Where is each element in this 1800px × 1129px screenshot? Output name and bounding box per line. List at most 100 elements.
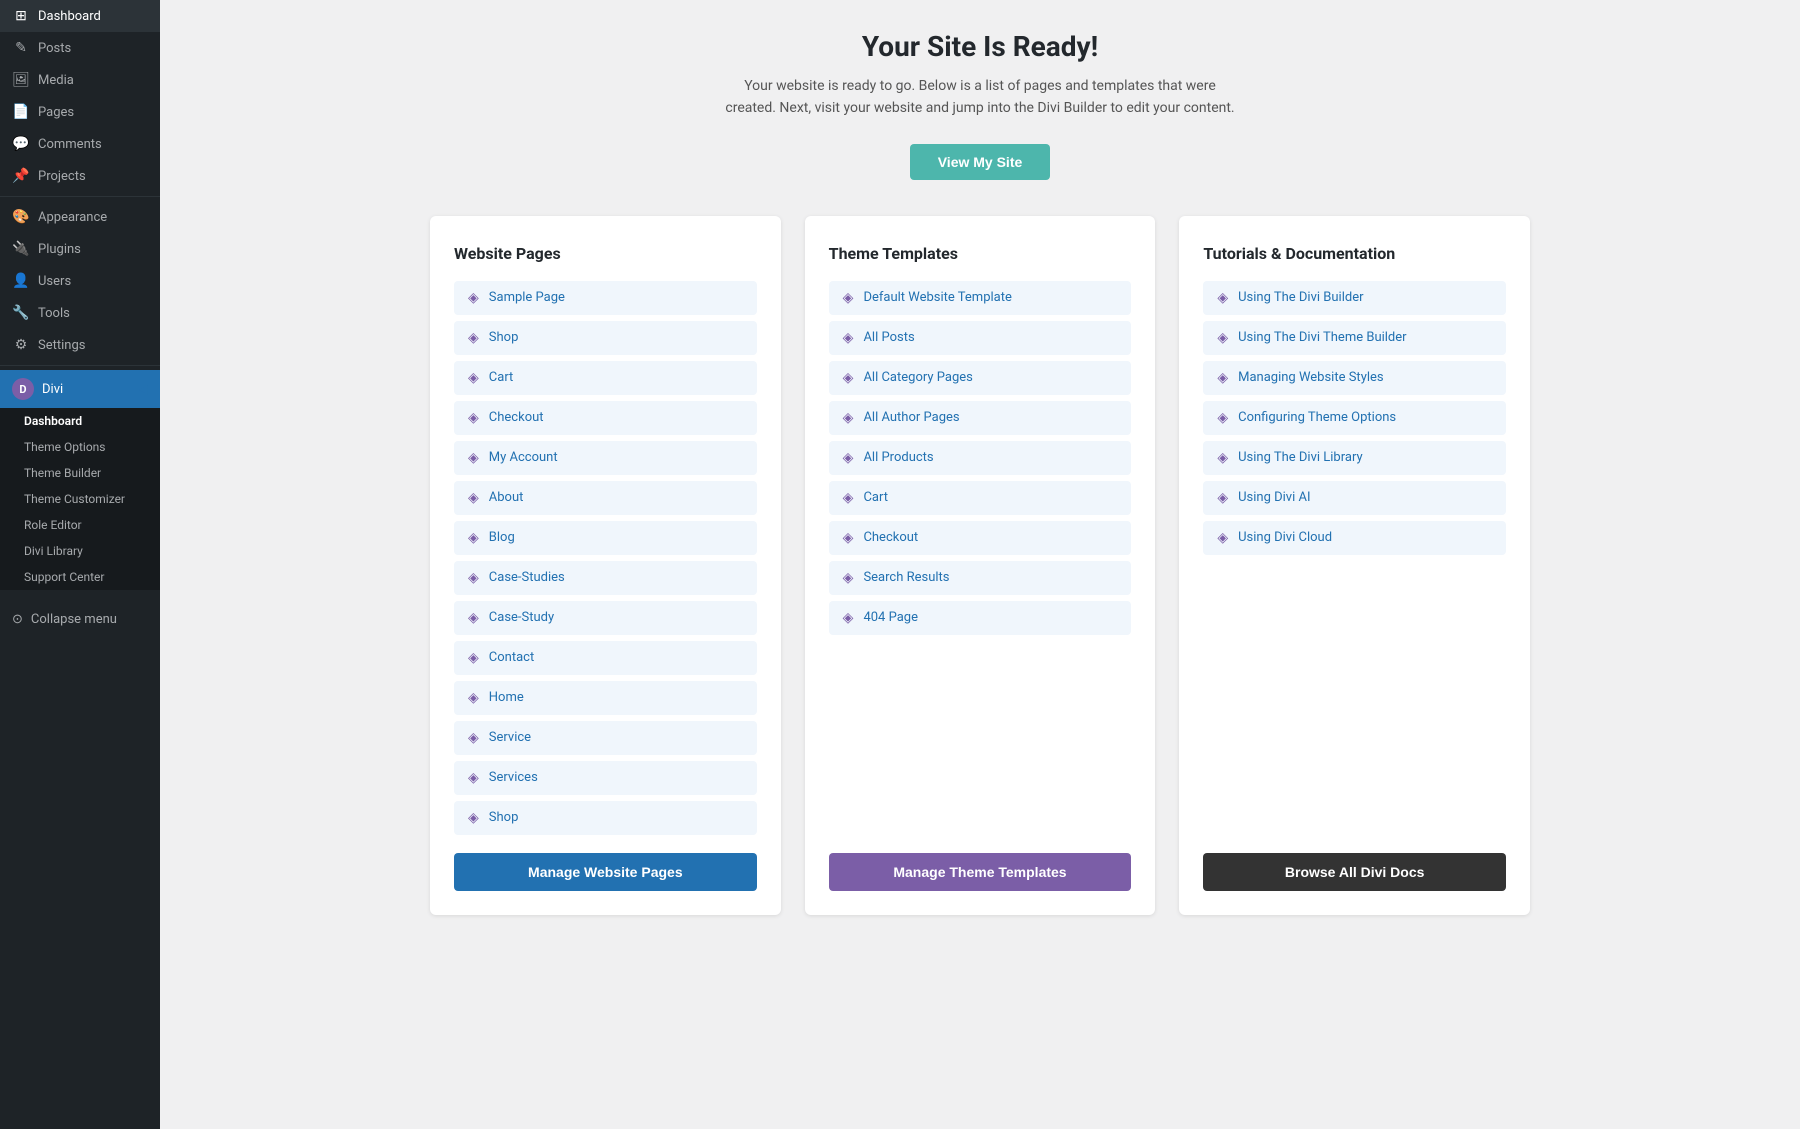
sidebar-item-tools[interactable]: 🔧 Tools (0, 297, 160, 329)
divi-page-icon (1217, 330, 1228, 346)
list-item[interactable]: Cart (829, 481, 1132, 515)
list-item[interactable]: Sample Page (454, 281, 757, 315)
divi-page-icon (468, 490, 479, 506)
sidebar-item-users[interactable]: 👤 Users (0, 265, 160, 297)
tutorials-card: Tutorials & Documentation Using The Divi… (1179, 216, 1530, 915)
list-item[interactable]: Using The Divi Builder (1203, 281, 1506, 315)
divider (0, 196, 160, 197)
list-item[interactable]: All Author Pages (829, 401, 1132, 435)
sidebar-item-label: Posts (38, 41, 71, 56)
divi-page-icon (468, 810, 479, 826)
sidebar-item-projects[interactable]: 📌 Projects (0, 160, 160, 192)
submenu-item-theme-builder[interactable]: Theme Builder (0, 460, 160, 486)
list-item[interactable]: 404 Page (829, 601, 1132, 635)
list-item[interactable]: Checkout (454, 401, 757, 435)
submenu-item-support-center[interactable]: Support Center (0, 564, 160, 590)
list-item[interactable]: Home (454, 681, 757, 715)
divi-page-icon (843, 370, 854, 386)
page-subtitle: Your website is ready to go. Below is a … (720, 75, 1240, 120)
divi-page-icon (1217, 410, 1228, 426)
sidebar-item-label: Settings (38, 338, 85, 353)
sidebar-item-label: Tools (38, 306, 70, 321)
list-item[interactable]: Checkout (829, 521, 1132, 555)
browse-divi-docs-button[interactable]: Browse All Divi Docs (1203, 853, 1506, 891)
list-item[interactable]: Managing Website Styles (1203, 361, 1506, 395)
divi-page-icon (843, 450, 854, 466)
divi-page-icon (843, 530, 854, 546)
cards-grid: Website Pages Sample PageShopCartCheckou… (430, 216, 1530, 915)
list-item[interactable]: Using Divi AI (1203, 481, 1506, 515)
collapse-icon: ⊙ (12, 612, 23, 627)
list-item[interactable]: My Account (454, 441, 757, 475)
submenu-item-divi-library[interactable]: Divi Library (0, 538, 160, 564)
divi-page-icon (468, 330, 479, 346)
divider-2 (0, 365, 160, 366)
list-item[interactable]: Service (454, 721, 757, 755)
appearance-icon: 🎨 (12, 209, 30, 225)
manage-theme-templates-button[interactable]: Manage Theme Templates (829, 853, 1132, 891)
sidebar-item-pages[interactable]: 📄 Pages (0, 96, 160, 128)
sidebar-item-label: Appearance (38, 210, 107, 225)
list-item[interactable]: Using The Divi Library (1203, 441, 1506, 475)
divi-page-icon (468, 610, 479, 626)
divi-page-icon (1217, 530, 1228, 546)
divi-page-icon (468, 770, 479, 786)
list-item[interactable]: Shop (454, 801, 757, 835)
sidebar-item-dashboard[interactable]: ⊞ Dashboard (0, 0, 160, 32)
list-item[interactable]: Blog (454, 521, 757, 555)
divi-page-icon (468, 530, 479, 546)
list-item[interactable]: Search Results (829, 561, 1132, 595)
theme-templates-card: Theme Templates Default Website Template… (805, 216, 1156, 915)
main-content: Your Site Is Ready! Your website is read… (160, 0, 1800, 1129)
settings-icon: ⚙ (12, 337, 30, 353)
list-item[interactable]: All Posts (829, 321, 1132, 355)
divi-submenu: Dashboard Theme Options Theme Builder Th… (0, 408, 160, 590)
sidebar-item-settings[interactable]: ⚙ Settings (0, 329, 160, 361)
divi-page-icon (843, 490, 854, 506)
sidebar-item-posts[interactable]: ✎ Posts (0, 32, 160, 64)
divi-page-icon (468, 650, 479, 666)
manage-website-pages-button[interactable]: Manage Website Pages (454, 853, 757, 891)
divi-page-icon (468, 570, 479, 586)
divi-page-icon (468, 450, 479, 466)
sidebar-item-divi[interactable]: D Divi ◀ (0, 370, 160, 408)
divi-page-icon (1217, 450, 1228, 466)
sidebar-item-label: Users (38, 274, 71, 289)
dashboard-icon: ⊞ (12, 8, 30, 24)
list-item[interactable]: Case-Study (454, 601, 757, 635)
list-item[interactable]: All Products (829, 441, 1132, 475)
submenu-item-role-editor[interactable]: Role Editor (0, 512, 160, 538)
list-item[interactable]: Shop (454, 321, 757, 355)
list-item[interactable]: Cart (454, 361, 757, 395)
sidebar-item-appearance[interactable]: 🎨 Appearance (0, 201, 160, 233)
collapse-menu-button[interactable]: ⊙ Collapse menu (0, 602, 160, 637)
divi-page-icon (1217, 290, 1228, 306)
sidebar-item-media[interactable]: 🖼 Media (0, 64, 160, 96)
sidebar-item-plugins[interactable]: 🔌 Plugins (0, 233, 160, 265)
submenu-item-theme-customizer[interactable]: Theme Customizer (0, 486, 160, 512)
posts-icon: ✎ (12, 40, 30, 56)
plugins-icon: 🔌 (12, 241, 30, 257)
list-item[interactable]: Configuring Theme Options (1203, 401, 1506, 435)
submenu-item-theme-options[interactable]: Theme Options (0, 434, 160, 460)
list-item[interactable]: Contact (454, 641, 757, 675)
comments-icon: 💬 (12, 136, 30, 152)
divi-page-icon (843, 610, 854, 626)
submenu-item-dashboard[interactable]: Dashboard (0, 408, 160, 434)
list-item[interactable]: About (454, 481, 757, 515)
view-site-button[interactable]: View My Site (910, 144, 1051, 180)
sidebar-item-label: Projects (38, 169, 86, 184)
sidebar-item-label: Comments (38, 137, 102, 152)
list-item[interactable]: Services (454, 761, 757, 795)
list-item[interactable]: Using Divi Cloud (1203, 521, 1506, 555)
list-item[interactable]: All Category Pages (829, 361, 1132, 395)
sidebar-item-label: Pages (38, 105, 74, 120)
list-item[interactable]: Default Website Template (829, 281, 1132, 315)
divi-page-icon (468, 730, 479, 746)
sidebar-item-comments[interactable]: 💬 Comments (0, 128, 160, 160)
collapse-label: Collapse menu (31, 612, 117, 627)
list-item[interactable]: Using The Divi Theme Builder (1203, 321, 1506, 355)
list-item[interactable]: Case-Studies (454, 561, 757, 595)
divi-page-icon (468, 290, 479, 306)
divi-page-icon (1217, 370, 1228, 386)
